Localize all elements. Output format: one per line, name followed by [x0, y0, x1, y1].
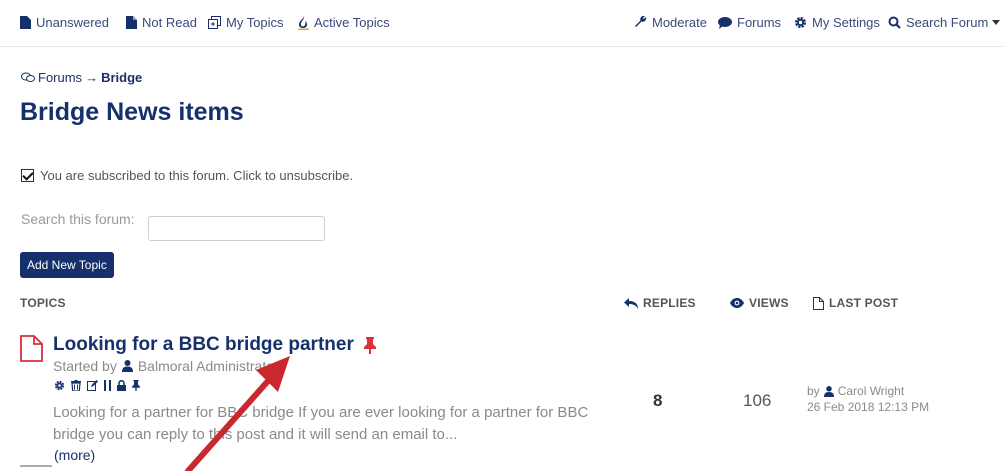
caret-down-icon — [992, 20, 1001, 25]
column-replies: REPLIES — [624, 296, 696, 310]
nav-my-topics-label: My Topics — [226, 15, 284, 30]
lock-icon[interactable] — [117, 380, 126, 391]
column-replies-label: REPLIES — [643, 296, 696, 310]
moderation-icons — [54, 380, 140, 391]
started-by-prefix: Started by — [53, 358, 117, 374]
nav-forums-label: Forums — [737, 15, 782, 30]
column-views: VIEWS — [730, 296, 789, 310]
nav-search-forum-label: Search Forum — [906, 15, 989, 30]
speech-bubbles-icon — [21, 72, 35, 82]
search-forum-label: Search this forum: — [21, 211, 135, 227]
nav-forums[interactable]: Forums — [718, 15, 781, 30]
edit-icon[interactable] — [87, 380, 98, 391]
nav-unanswered-label: Unanswered — [36, 15, 109, 30]
doc-fold-icon — [126, 16, 137, 29]
last-post-by-prefix: by — [807, 384, 820, 398]
breadcrumb-separator: → — [85, 70, 99, 85]
nav-not-read[interactable]: Not Read — [126, 15, 197, 30]
row-divider — [20, 465, 52, 467]
last-post-date: 26 Feb 2018 12:13 PM — [807, 400, 930, 414]
breadcrumb-forums-link[interactable]: Forums — [38, 70, 82, 85]
topic-replies-count: 8 — [653, 391, 663, 410]
page-title: Bridge News items — [20, 98, 244, 126]
wrench-icon — [635, 16, 647, 27]
trash-icon[interactable] — [71, 380, 81, 391]
gear-icon[interactable] — [54, 380, 65, 391]
subscribe-toggle[interactable]: You are subscribed to this forum. Click … — [21, 168, 353, 183]
nav-moderate[interactable]: Moderate — [634, 15, 707, 30]
topic-author[interactable]: Balmoral Administrator — [138, 358, 279, 374]
nav-my-settings-label: My Settings — [812, 15, 880, 30]
column-last-post-label: LAST POST — [829, 296, 899, 310]
nav-my-topics[interactable]: My Topics — [208, 15, 284, 30]
eye-icon — [730, 298, 744, 308]
column-topics-label: TOPICS — [20, 296, 66, 310]
pushpin-icon[interactable] — [132, 380, 140, 391]
topic-views-count: 106 — [743, 391, 772, 410]
pushpin-icon — [364, 337, 376, 354]
last-post-author: by Carol Wright — [807, 383, 929, 399]
nav-search-forum[interactable]: Search Forum — [888, 15, 1001, 30]
subscribe-checkbox[interactable] — [21, 169, 34, 182]
topic-title-link[interactable]: Looking for a BBC bridge partner — [53, 334, 354, 356]
user-icon — [823, 385, 834, 397]
last-post-user[interactable]: Carol Wright — [838, 383, 904, 399]
breadcrumb: Forums → Bridge — [21, 70, 142, 85]
subscribe-label: You are subscribed to this forum. Click … — [40, 168, 354, 183]
topic-last-post: by Carol Wright 26 Feb 2018 12:13 PM — [807, 383, 929, 415]
nav-moderate-label: Moderate — [652, 15, 707, 30]
breadcrumb-current: Bridge — [101, 70, 143, 85]
split-icon[interactable] — [104, 380, 111, 391]
topic-more-link[interactable]: (more) — [54, 447, 95, 463]
search-forum-input[interactable] — [148, 216, 325, 241]
doc-outline-icon — [813, 296, 824, 310]
flame-icon — [298, 15, 309, 30]
column-views-label: VIEWS — [749, 296, 789, 310]
topic-excerpt: Looking for a partner for BBC bridge If … — [53, 404, 589, 443]
nav-active-topics[interactable]: Active Topics — [298, 15, 390, 30]
column-topics: TOPICS — [20, 296, 66, 310]
reply-arrow-icon — [624, 297, 638, 309]
add-new-topic-button[interactable]: Add New Topic — [20, 252, 114, 278]
top-navigation: Unanswered Not Read My Topics Active Top… — [0, 0, 1004, 47]
magnifier-icon — [888, 16, 901, 29]
doc-solid-icon — [20, 16, 31, 29]
doc-red-icon — [20, 335, 43, 362]
nav-my-settings[interactable]: My Settings — [794, 15, 880, 30]
nav-not-read-label: Not Read — [142, 15, 197, 30]
copy-icon — [208, 16, 221, 29]
gear-icon — [795, 17, 806, 28]
column-last-post: LAST POST — [813, 296, 898, 310]
topic-started-by: Started by Balmoral Administrator — [53, 358, 279, 374]
user-icon — [121, 360, 133, 372]
nav-unanswered[interactable]: Unanswered — [20, 15, 109, 30]
speech-bubble-icon — [718, 16, 732, 29]
nav-active-topics-label: Active Topics — [314, 15, 390, 30]
